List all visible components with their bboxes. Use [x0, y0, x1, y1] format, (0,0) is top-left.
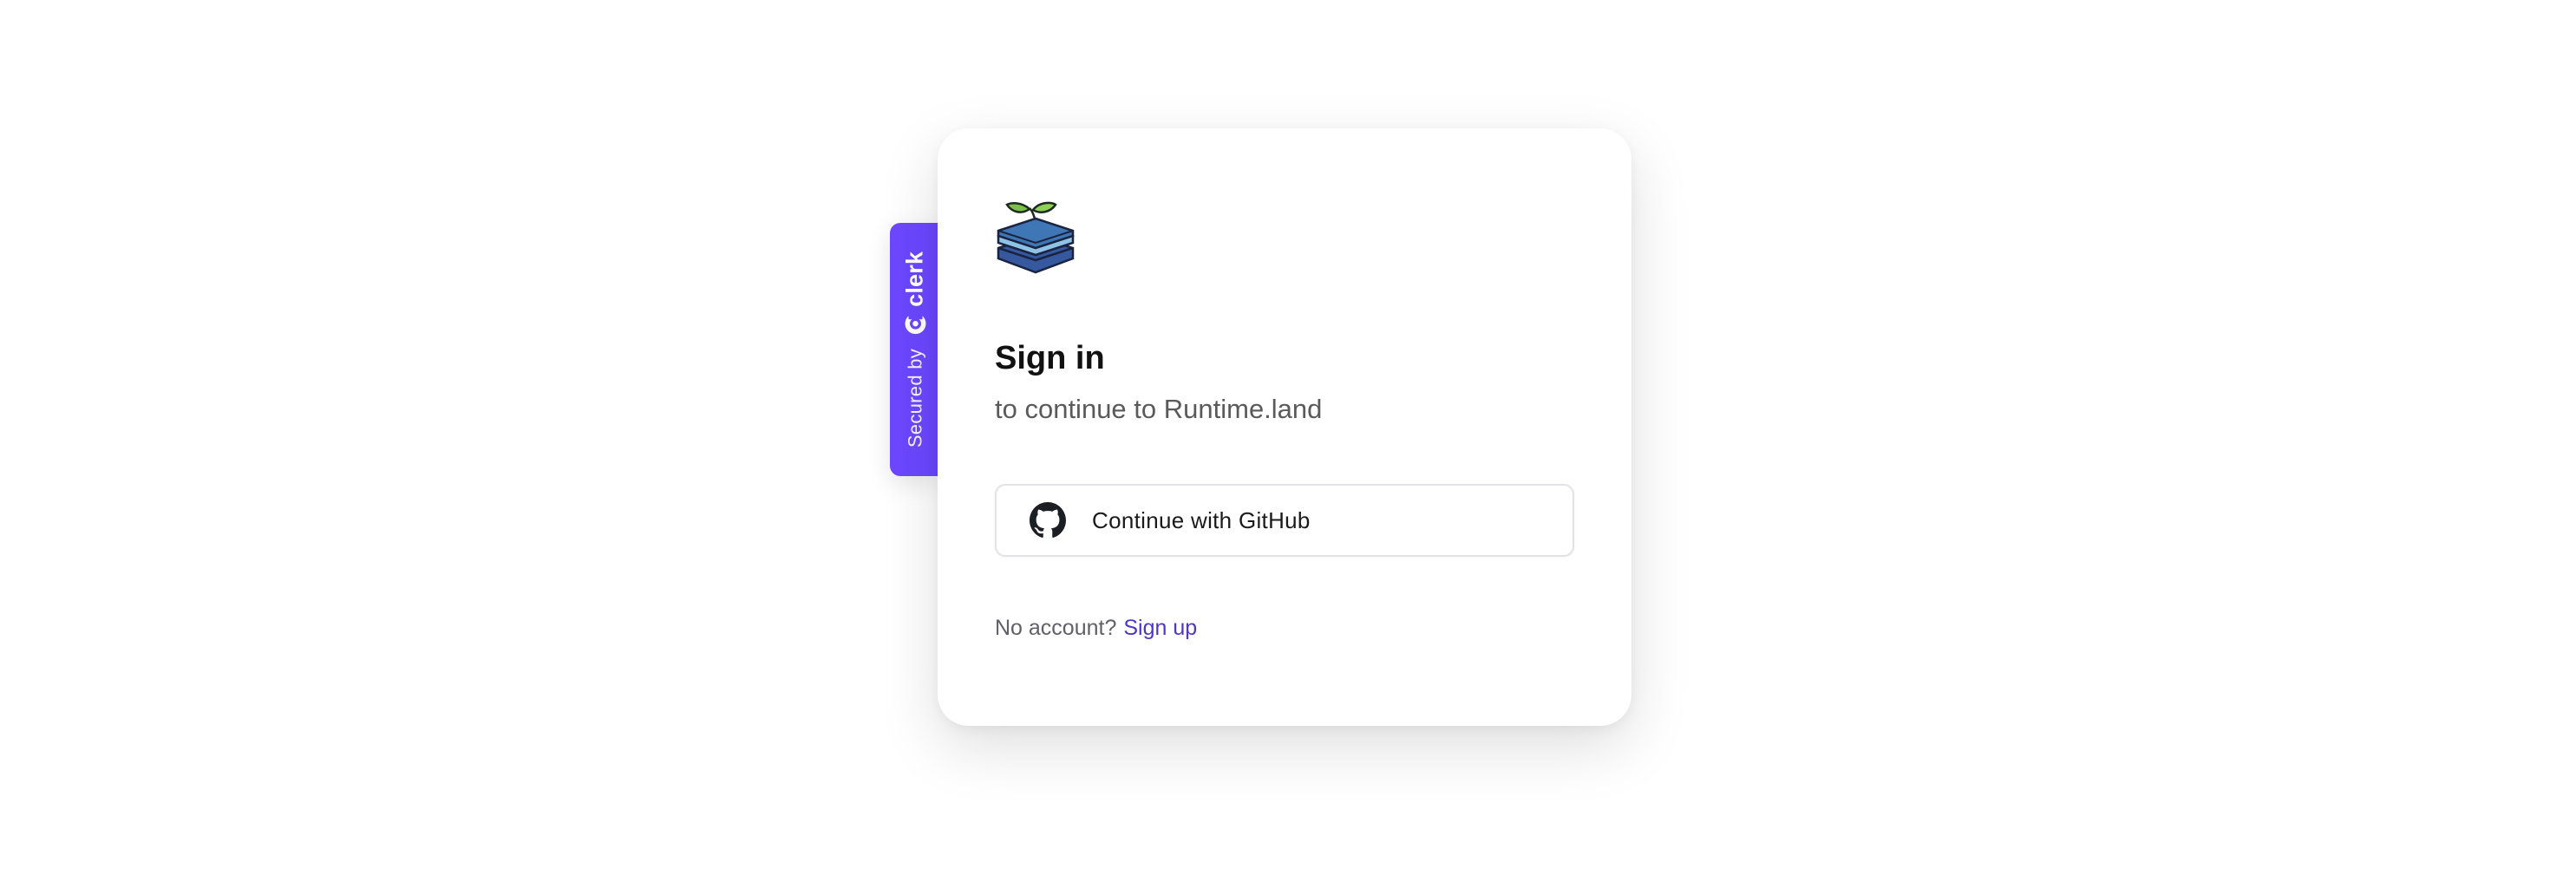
sign-up-prompt: No account? Sign up	[995, 614, 1197, 642]
github-icon	[1030, 502, 1066, 539]
github-button-label: Continue with GitHub	[1092, 506, 1311, 533]
page-subtitle: to continue to Runtime.land	[995, 394, 1323, 424]
badge-brand-text: clerk	[901, 251, 928, 307]
no-account-text: No account?	[995, 616, 1117, 640]
sign-in-card: Sign in to continue to Runtime.land Cont…	[938, 128, 1631, 726]
badge-content: Secured by clerk	[902, 252, 929, 448]
continue-with-github-button[interactable]: Continue with GitHub	[995, 484, 1574, 557]
page-title: Sign in	[995, 340, 1105, 376]
page: Secured by clerk Sign in to continue to …	[0, 0, 2576, 895]
sign-up-link[interactable]: Sign up	[1123, 614, 1197, 642]
badge-secured-text: Secured by	[904, 348, 925, 448]
runtime-land-logo-icon	[995, 198, 1076, 276]
secured-by-clerk-badge[interactable]: Secured by clerk	[890, 223, 940, 476]
clerk-logo-icon	[904, 311, 926, 335]
